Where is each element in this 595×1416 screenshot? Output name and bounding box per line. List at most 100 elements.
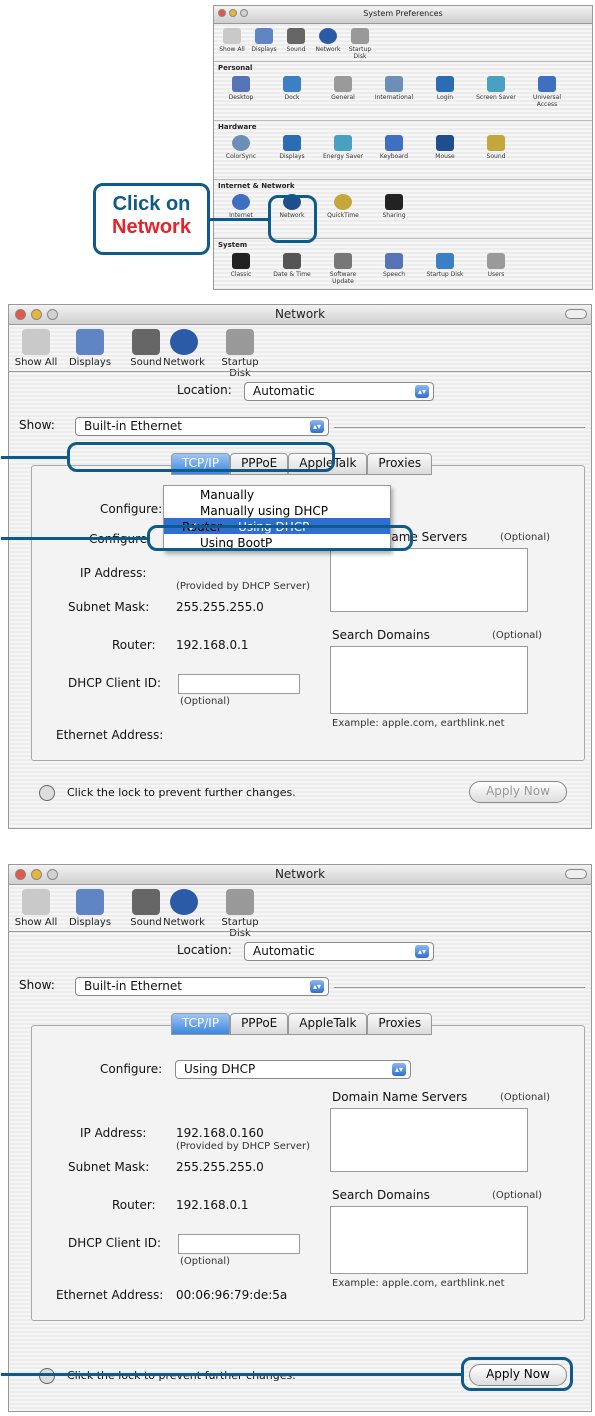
toolbar-label: Network [163,357,205,368]
pref-keyboard[interactable]: Keyboard [371,135,417,160]
date-time-icon [283,253,301,269]
configure-label: Configure: [100,1062,163,1076]
toolbar-label: Network [163,917,205,928]
pref-sound[interactable]: Sound [473,135,519,160]
pref-speech[interactable]: Speech [371,253,417,278]
pref-software-update[interactable]: Software Update [320,253,366,285]
pref-energy-saver[interactable]: Energy Saver [320,135,366,160]
dhcp-client-id-input[interactable] [178,674,300,694]
toolbar-show-all[interactable]: Show All [9,329,63,368]
pref-displays[interactable]: Displays [269,135,315,160]
toolbar-toggle-icon[interactable] [565,309,587,319]
subnet-label: Subnet Mask: [68,1160,150,1174]
toolbar-network[interactable]: Network [312,28,344,53]
colorsync-icon [232,135,250,151]
toolbar-displays[interactable]: Displays [63,889,117,928]
show-popup[interactable]: Built-in Ethernet ▴▾ [75,417,329,436]
toolbar-label: Sound [286,46,306,53]
toolbar-toggle-icon[interactable] [565,869,587,879]
window-title: Network [274,307,326,321]
section-personal: Personal [218,64,253,72]
network-window-1: Network Show All Displays Sound Network Start… [1,304,592,829]
chevron-updown-icon: ▴▾ [310,980,324,993]
toolbar-show-all[interactable]: Show All [216,28,248,53]
pref-international[interactable]: International [371,76,417,101]
menu-item-manually[interactable]: Manually [164,486,390,502]
callout-line [1,1373,461,1376]
menu-item-manually-using-dhcp-router[interactable]: Manually using DHCP Router [164,502,390,534]
pref-quicktime[interactable]: QuickTime [320,194,366,219]
pref-login[interactable]: Login [422,76,468,101]
dns-field[interactable] [330,548,528,612]
location-popup[interactable]: Automatic ▴▾ [244,382,434,401]
pref-screen-saver[interactable]: Screen Saver [473,76,519,101]
show-all-icon [22,889,50,915]
pref-label: Classic [230,271,252,278]
subnet-value: 255.255.255.0 [176,600,264,614]
apply-now-button[interactable]: Apply Now [469,781,567,803]
toolbar-displays[interactable]: Displays [63,329,117,368]
toolbar-network[interactable]: Network [157,889,211,928]
tab-bar: TCP/IP PPPoE AppleTalk Proxies [171,1013,433,1035]
pref-label: Sharing [382,212,406,219]
tab-tcp-ip[interactable]: TCP/IP [171,1013,231,1035]
callout-click-network: Click on Network [93,183,210,255]
search-domains-field[interactable] [330,1206,528,1274]
callout-text: Click on [112,193,191,215]
search-domains-field[interactable] [330,646,528,714]
pref-date-time[interactable]: Date & Time [269,253,315,278]
pref-users[interactable]: Users [473,253,519,278]
tab-proxies[interactable]: Proxies [367,453,433,475]
search-domains-label: Search Domains [332,628,430,642]
toolbar-startup-disk[interactable]: Startup Disk [344,28,376,60]
dhcp-client-id-label: DHCP Client ID: [68,1236,162,1250]
dhcp-highlight [147,525,413,551]
ip-provided-note: (Provided by DHCP Server) [176,1141,311,1152]
pref-colorsync[interactable]: ColorSync [218,135,264,160]
internet-icon [232,194,250,210]
pref-label: ColorSync [225,153,257,160]
section-internet-network: Internet & Network [218,182,295,190]
configure-popup[interactable]: Using DHCP ▴▾ [175,1060,411,1079]
pref-dock[interactable]: Dock [269,76,315,101]
callout-line [210,218,268,221]
pref-desktop[interactable]: Desktop [218,76,264,101]
toolbar-network[interactable]: Network [157,329,211,368]
dns-optional: (Optional) [500,1092,551,1103]
titlebar: Network [9,305,591,325]
sound-icon [132,329,160,355]
pref-general[interactable]: General [320,76,366,101]
dns-field[interactable] [330,1108,528,1172]
show-popup[interactable]: Built-in Ethernet ▴▾ [75,977,329,996]
tab-appletalk[interactable]: AppleTalk [288,1013,368,1035]
network-highlight [268,195,317,243]
titlebar: Network [9,865,591,885]
energy-saver-icon [334,135,352,151]
startup-disk-icon [226,889,254,915]
toolbar-show-all[interactable]: Show All [9,889,63,928]
pref-startup-disk[interactable]: Startup Disk [422,253,468,278]
router-label: Router: [112,638,156,652]
pref-mouse[interactable]: Mouse [422,135,468,160]
tab-pppoe[interactable]: PPPoE [230,1013,289,1035]
pref-label: Desktop [228,94,254,101]
toolbar-displays[interactable]: Displays [248,28,280,53]
lock-icon[interactable] [39,785,55,801]
lock-icon[interactable] [39,1368,55,1384]
displays-icon [76,329,104,355]
location-popup[interactable]: Automatic ▴▾ [244,942,434,961]
pref-classic[interactable]: Classic [218,253,264,278]
show-highlight [67,442,335,472]
pref-internet[interactable]: Internet [218,194,264,219]
sound-icon [287,28,305,44]
tab-proxies[interactable]: Proxies [367,1013,433,1035]
callout-line [1,456,67,459]
pref-universal-access[interactable]: Universal Access [524,76,570,108]
toolbar-sound[interactable]: Sound [280,28,312,53]
toolbar-label: Startup Disk [221,357,259,379]
desktop-icon [232,76,250,92]
sysprefs-titlebar: System Preferences [214,6,592,24]
users-icon [487,253,505,269]
dhcp-client-id-input[interactable] [178,1234,300,1254]
pref-sharing[interactable]: Sharing [371,194,417,219]
